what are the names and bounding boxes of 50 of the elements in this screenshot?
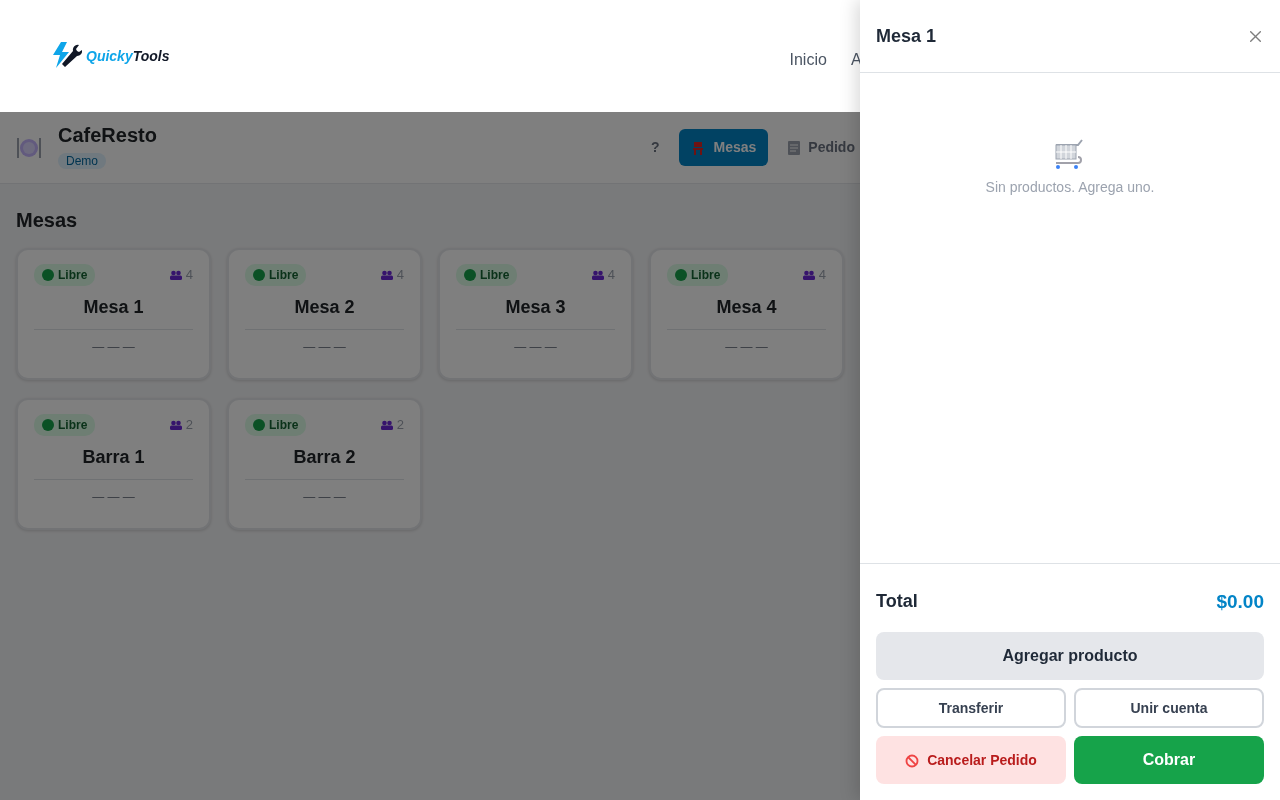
status-badge: Libre [667, 264, 729, 286]
people-icon [169, 270, 182, 280]
order-placeholder: — — — [513, 339, 558, 356]
status-dot [464, 269, 476, 281]
status-badge: Libre [245, 264, 307, 286]
prohibited-icon [905, 753, 920, 768]
status-dot [675, 269, 687, 281]
order-placeholder: — — — [91, 339, 136, 356]
panel-title: Mesa 1 [876, 24, 937, 48]
section-title: Mesas [16, 208, 79, 232]
people-icon [169, 420, 182, 430]
help-button[interactable]: ? [638, 129, 672, 166]
status-dot [42, 269, 54, 281]
table-name: Mesa 4 [667, 294, 826, 330]
order-placeholder: — — — [302, 489, 347, 506]
add-product-button[interactable]: Agregar producto [876, 632, 1264, 680]
status-badge: Libre [34, 264, 96, 286]
status-badge: Libre [245, 414, 307, 436]
app-name: CafeResto [58, 123, 157, 148]
cancel-order-button[interactable]: Cancelar Pedido [876, 736, 1066, 784]
people-icon [380, 420, 393, 430]
status-badge: Libre [34, 414, 96, 436]
table-name: Mesa 2 [245, 294, 404, 330]
people-icon [591, 270, 604, 280]
chair-icon [691, 141, 706, 156]
table-name: Barra 1 [34, 444, 193, 480]
status-dot [253, 419, 265, 431]
table-name: Barra 2 [245, 444, 404, 480]
empty-message: Sin productos. Agrega uno. [985, 178, 1155, 197]
action-button[interactable]: Transferir [876, 688, 1066, 728]
status-dot [42, 419, 54, 431]
order-placeholder: — — — [724, 339, 769, 356]
nav-tab[interactable]: Mesas [679, 129, 769, 166]
people-icon [380, 270, 393, 280]
demo-badge: Demo [58, 153, 106, 169]
status-badge: Libre [456, 264, 518, 286]
order-placeholder: — — — [302, 339, 347, 356]
receipt-icon [788, 141, 801, 156]
table-name: Mesa 3 [456, 294, 615, 330]
total-label: Total [876, 590, 918, 614]
action-button[interactable]: Unir cuenta [1074, 688, 1264, 728]
logo[interactable]: QuickyTools [52, 42, 170, 70]
charge-button[interactable]: Cobrar [1074, 736, 1264, 784]
status-dot [253, 269, 265, 281]
order-placeholder: — — — [91, 489, 136, 506]
table-name: Mesa 1 [34, 294, 193, 330]
cart-icon [1054, 139, 1086, 169]
nav-link[interactable]: Inicio [789, 48, 827, 72]
people-icon [802, 270, 815, 280]
total-amount: $0.00 [1216, 589, 1264, 614]
